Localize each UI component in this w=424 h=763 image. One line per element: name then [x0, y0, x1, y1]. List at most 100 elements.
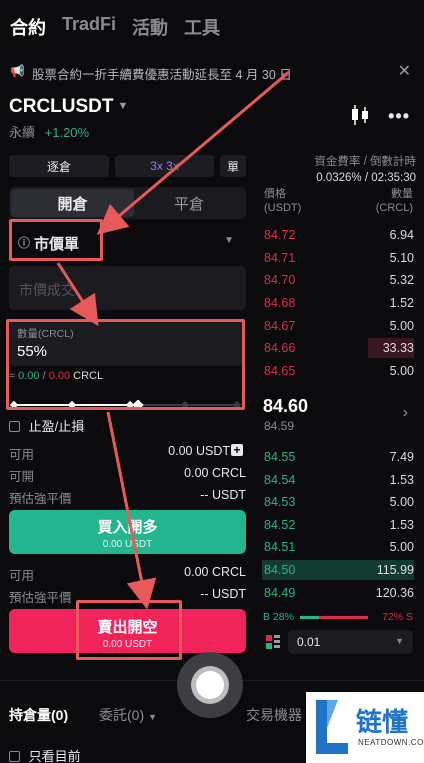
available-label: 可用 — [9, 448, 35, 462]
caret-down-icon: ▼ — [224, 235, 234, 246]
caret-down-icon: ▼ — [117, 100, 129, 112]
watermark-logo: 链懂 NEATDOWN.COM — [306, 692, 424, 763]
bid-row[interactable]: 84.52 1.53 — [262, 515, 414, 535]
ratio-bar — [300, 616, 368, 619]
funding-label: 資金費率 / 倒數計時 — [314, 156, 416, 168]
bid-qty: 7.49 — [389, 450, 414, 464]
only-current-label: 只看目前 — [28, 749, 81, 763]
assistive-touch-dot — [196, 671, 224, 699]
ask-row[interactable]: 84.67 5.00 — [262, 316, 414, 336]
bid-qty: 5.00 — [389, 495, 414, 509]
price-placeholder: 市價成交 — [19, 282, 75, 298]
margin-mode-button[interactable]: 逐倉 — [9, 155, 109, 177]
buy-sub: 0.00 USDT — [102, 539, 153, 550]
tab-orders[interactable]: 委託(0) ▼ — [99, 705, 157, 725]
ask-qty: 5.10 — [389, 251, 414, 265]
bid-qty: 1.53 — [389, 473, 414, 487]
orderbook-layout-icon[interactable] — [266, 635, 280, 649]
caret-down-icon: ▼ — [148, 712, 158, 722]
position-mode-button[interactable]: 單 — [220, 155, 246, 177]
qty-col-label: 數量 — [391, 188, 413, 200]
bid-row[interactable]: 84.55 7.49 — [262, 447, 414, 467]
tab-close[interactable]: 平倉 — [134, 189, 244, 217]
funding-value: 0.0326% / 02:35:30 — [316, 172, 416, 184]
open-close-toggle: 開倉 平倉 — [9, 187, 246, 219]
liq-price-value: -- USDT — [200, 587, 246, 601]
contract-type: 永續 — [9, 125, 36, 140]
notice-bar: 📢 股票合約一折手續費優惠活動延長至 4 月 30 日 ✕ — [0, 58, 424, 86]
ask-row[interactable]: 84.65 5.00 — [262, 361, 414, 381]
qty-col-unit: (CRCL) — [375, 202, 413, 214]
ask-row[interactable]: 84.72 6.94 — [262, 225, 414, 245]
bid-qty: 5.00 — [389, 540, 414, 554]
tab-orders-label: 委託(0) — [99, 707, 145, 723]
logo-brand: 链懂 — [356, 708, 409, 738]
last-price: 84.60 — [263, 396, 309, 416]
price-field[interactable]: 市價成交 — [9, 266, 246, 310]
bid-row[interactable]: 84.50 115.99 — [262, 560, 414, 580]
liq-price-value: -- USDT — [200, 488, 246, 502]
ask-qty: 5.00 — [389, 319, 414, 333]
checkbox-icon — [9, 421, 20, 432]
tab-positions[interactable]: 持倉量(0) — [9, 705, 68, 725]
symbol-name: CRCLUSDT — [9, 96, 114, 117]
ask-qty: 1.52 — [389, 296, 414, 310]
ask-row[interactable]: 84.70 5.32 — [262, 270, 414, 290]
orderbook-price-header: 價格 (USDT) — [264, 187, 301, 215]
buy-long-button[interactable]: 買入開多 0.00 USDT — [9, 510, 246, 554]
bid-price: 84.52 — [264, 518, 296, 532]
tab-tools[interactable]: 工具 — [184, 14, 220, 40]
top-tabs: 合約 TradFi 活動 工具 — [10, 14, 220, 40]
available-value: 0.00 CRCL — [184, 565, 246, 579]
bid-price: 84.53 — [264, 495, 296, 509]
bid-qty: 1.53 — [389, 518, 414, 532]
price-col-unit: (USDT) — [264, 202, 302, 214]
ask-price: 84.65 — [264, 364, 296, 378]
bid-row[interactable]: 84.49 120.36 — [262, 583, 414, 603]
only-current-checkbox[interactable]: 只看目前 — [9, 746, 81, 763]
logo-domain: NEATDOWN.COM — [358, 738, 424, 747]
ratio-bar-fill — [300, 616, 320, 619]
tpsl-checkbox[interactable]: 止盈/止損 — [9, 416, 84, 435]
notice-text[interactable]: 股票合約一折手續費優惠活動延長至 4 月 30 日 — [32, 64, 292, 83]
tab-open[interactable]: 開倉 — [11, 189, 134, 217]
available-value: 0.00 USDT — [168, 444, 230, 458]
ask-price: 84.66 — [264, 341, 296, 355]
add-funds-icon[interactable]: + — [231, 444, 243, 456]
buy-ratio: B 28% — [263, 611, 294, 623]
ask-row[interactable]: 84.68 1.52 — [262, 293, 414, 313]
ask-price: 84.71 — [264, 251, 296, 265]
precision-select[interactable]: 0.01 ▼ — [288, 630, 413, 654]
bid-qty: 120.36 — [375, 586, 414, 600]
tab-contracts[interactable]: 合約 — [10, 14, 46, 40]
candlestick-icon[interactable] — [350, 104, 370, 126]
arrow-3 — [106, 411, 157, 610]
tab-tradfi[interactable]: TradFi — [62, 14, 116, 40]
ask-qty: 5.32 — [389, 273, 414, 287]
symbol-selector[interactable]: CRCLUSDT ▼ — [9, 96, 128, 118]
liq-price-label: 預估強平價 — [9, 492, 72, 506]
checkbox-icon — [9, 751, 20, 762]
chevron-right-icon[interactable]: › — [403, 404, 408, 422]
tab-bots[interactable]: 交易機器 — [246, 705, 302, 725]
funding-rate: 資金費率 / 倒數計時 0.0326% / 02:35:30 — [256, 153, 416, 184]
close-icon[interactable]: ✕ — [398, 61, 411, 81]
assistive-touch-button[interactable] — [177, 652, 243, 718]
price-col-label: 價格 — [264, 188, 286, 200]
ask-qty: 5.00 — [389, 364, 414, 378]
tab-events[interactable]: 活動 — [132, 14, 168, 40]
bid-row[interactable]: 84.51 5.00 — [262, 537, 414, 557]
can-open-label: 可開 — [9, 470, 35, 484]
bid-row[interactable]: 84.53 5.00 — [262, 492, 414, 512]
ask-row[interactable]: 84.71 5.10 — [262, 248, 414, 268]
logo-mark-icon — [316, 700, 348, 754]
caret-down-icon: ▼ — [395, 636, 404, 646]
tpsl-label: 止盈/止損 — [28, 419, 85, 434]
ask-row[interactable]: 84.66 33.33 — [262, 338, 414, 358]
leverage-button[interactable]: 3x 3x — [115, 155, 214, 177]
more-icon[interactable]: ••• — [388, 106, 410, 127]
symbol-sub: 永續 +1.20% — [9, 122, 89, 141]
bid-price: 84.51 — [264, 540, 296, 554]
bid-row[interactable]: 84.54 1.53 — [262, 470, 414, 490]
mark-price: 84.59 — [264, 419, 295, 433]
